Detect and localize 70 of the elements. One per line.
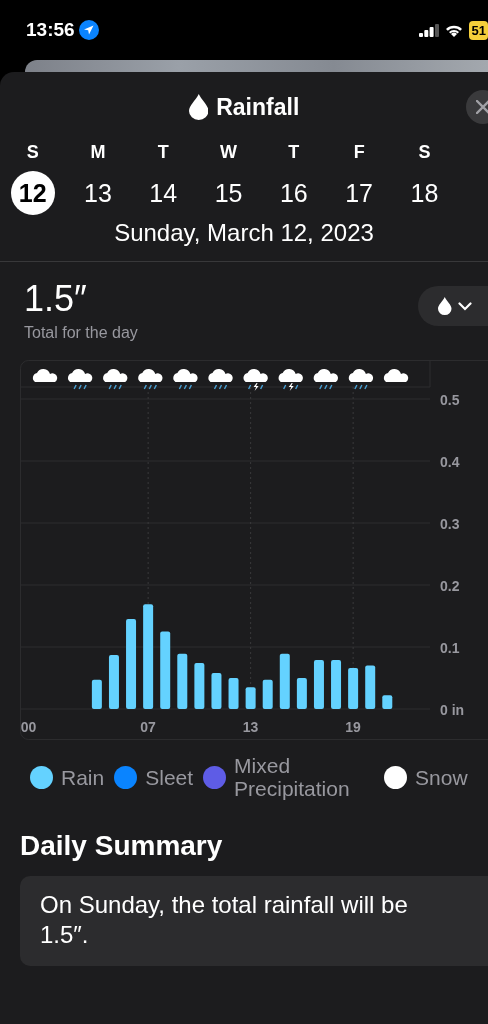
date-button[interactable]: 12 bbox=[10, 171, 55, 215]
weekday-label: S bbox=[26, 142, 39, 163]
rain-bar bbox=[228, 678, 239, 709]
rain-cloud-icon bbox=[103, 369, 128, 390]
rain-bar bbox=[365, 665, 376, 709]
date-button[interactable]: 14 bbox=[141, 171, 186, 215]
sheet-title: Rainfall bbox=[216, 93, 300, 121]
rain-bar bbox=[262, 679, 273, 709]
rain-bar bbox=[382, 695, 393, 709]
rain-cloud-icon bbox=[348, 369, 374, 390]
y-axis-label: 0.4 bbox=[440, 454, 460, 470]
rain-cloud-icon bbox=[173, 369, 198, 390]
x-axis-label: 00 bbox=[20, 719, 37, 735]
cloud-icon bbox=[383, 369, 409, 382]
y-axis-label: 0.2 bbox=[440, 578, 460, 594]
legend-label: Snow bbox=[415, 765, 468, 789]
date-button[interactable]: 13 bbox=[75, 171, 120, 215]
x-axis-label: 19 bbox=[345, 719, 361, 735]
date-button[interactable]: 15 bbox=[206, 171, 251, 215]
x-axis-label: 13 bbox=[242, 719, 259, 735]
rain-bar bbox=[108, 655, 119, 709]
thunderstorm-icon bbox=[278, 369, 303, 391]
battery-level: 51 bbox=[468, 20, 488, 40]
signal-icon bbox=[418, 23, 439, 37]
rain-bar bbox=[296, 678, 307, 709]
rain-cloud-icon bbox=[138, 369, 163, 390]
weekday-label: T bbox=[288, 142, 300, 163]
rain-bar bbox=[245, 687, 256, 709]
section-heading: Daily Summary bbox=[20, 830, 224, 863]
weekday-label: F bbox=[353, 142, 365, 163]
rain-cloud-icon bbox=[68, 369, 93, 390]
rain-cloud-icon bbox=[313, 369, 338, 390]
cloud-icon bbox=[32, 369, 58, 382]
y-axis-label: 0 in bbox=[440, 702, 465, 718]
date-button[interactable]: 18 bbox=[402, 171, 447, 215]
weekday-label: S bbox=[418, 142, 431, 163]
wifi-icon bbox=[444, 23, 463, 37]
location-icon bbox=[78, 20, 99, 40]
date-button[interactable]: 17 bbox=[337, 171, 382, 215]
y-axis-label: 0.1 bbox=[440, 640, 460, 656]
weekday-label: M bbox=[90, 142, 106, 163]
rain-bar bbox=[91, 679, 102, 709]
chevron-down-icon bbox=[457, 301, 472, 311]
y-axis-label: 0.3 bbox=[440, 516, 460, 532]
rain-bar bbox=[211, 673, 222, 709]
total-value: 1.5″ bbox=[24, 278, 88, 320]
raindrop-icon bbox=[188, 94, 209, 120]
metric-dropdown[interactable] bbox=[418, 286, 488, 326]
legend-label: Rain bbox=[61, 765, 105, 789]
rain-bar bbox=[331, 660, 342, 709]
raindrop-icon bbox=[438, 297, 452, 315]
total-caption: Total for the day bbox=[24, 324, 138, 342]
y-axis-label: 0.5 bbox=[440, 392, 460, 408]
rain-bar bbox=[313, 660, 324, 709]
rain-bar bbox=[177, 653, 188, 709]
status-time: 13:56 bbox=[26, 19, 75, 41]
rain-cloud-icon bbox=[208, 369, 233, 390]
close-icon bbox=[476, 100, 488, 114]
weekday-label: T bbox=[157, 142, 169, 163]
legend-label: Sleet bbox=[145, 765, 194, 789]
x-axis-label: 07 bbox=[140, 719, 156, 735]
date-button[interactable]: 16 bbox=[271, 171, 316, 215]
selected-date: Sunday, March 12, 2023 bbox=[0, 219, 488, 262]
rain-bar bbox=[279, 653, 290, 709]
weekday-label: W bbox=[220, 142, 238, 163]
thunderstorm-icon bbox=[243, 369, 268, 391]
rain-bar bbox=[348, 668, 359, 709]
legend-label: Mixed Precipitation bbox=[234, 754, 351, 801]
rain-bar bbox=[194, 663, 205, 709]
summary-text: On Sunday, the total rainfall will be 1.5″. bbox=[40, 890, 409, 951]
